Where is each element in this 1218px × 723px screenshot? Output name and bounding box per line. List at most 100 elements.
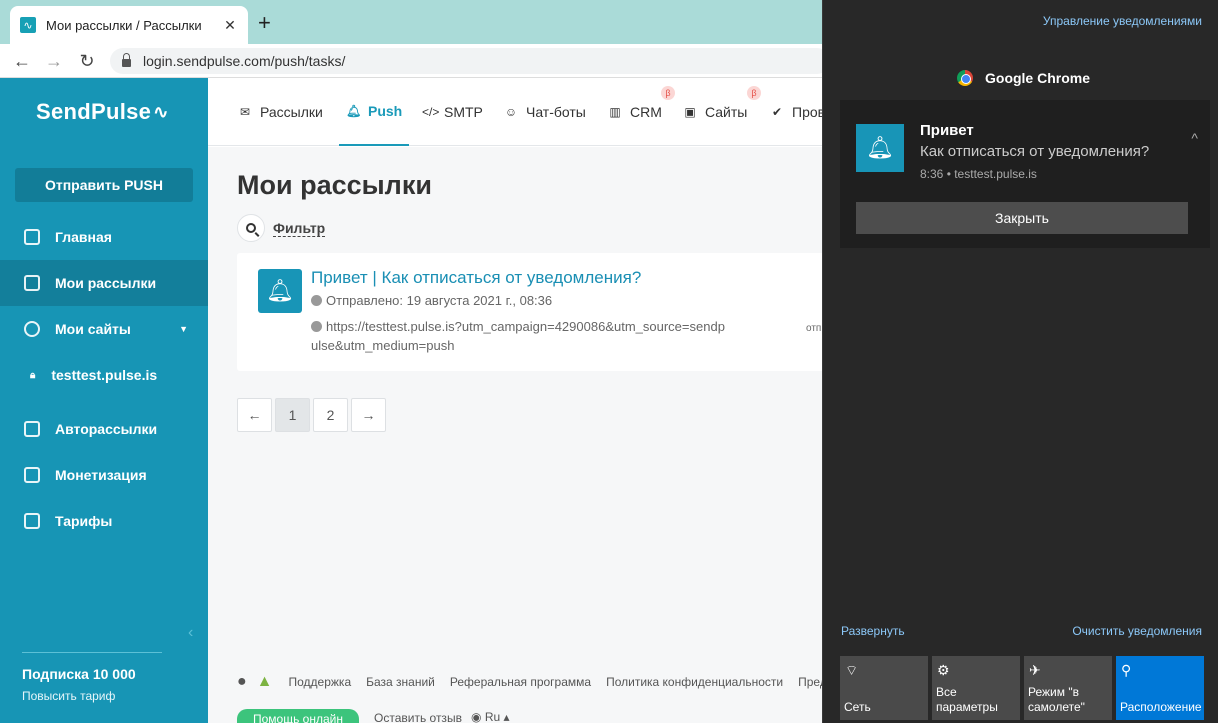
notification-body: Как отписаться от уведомления? — [920, 143, 1150, 160]
monetization-icon — [24, 467, 40, 483]
pagination: ← 1 2 → — [237, 398, 389, 432]
code-icon: </> — [422, 105, 440, 119]
bell-icon: 🔔︎ — [346, 104, 362, 118]
subscription-title: Подписка 10 000 — [22, 666, 136, 682]
nav-email[interactable]: ✉ Рассылки — [238, 78, 323, 146]
logo[interactable]: SendPulse ∿ — [0, 78, 208, 146]
campaigns-icon — [24, 275, 40, 291]
filter-label[interactable]: Фильтр — [273, 220, 326, 237]
action-center: Управление уведомлениями Google Chrome 🔔… — [822, 0, 1218, 723]
airplane-icon: ✈ — [1029, 662, 1041, 678]
help-online-button[interactable]: Помощь онлайн — [237, 709, 359, 723]
reload-icon[interactable]: ↻ — [75, 49, 99, 73]
tab-title: Мои рассылки / Рассылки — [46, 17, 202, 33]
clear-notifications-link[interactable]: Очистить уведомления — [1072, 624, 1202, 638]
chevron-up-icon[interactable]: ^ — [1191, 130, 1198, 146]
lock-icon: 🔒︎ — [30, 369, 36, 381]
page-1-button[interactable]: 1 — [275, 398, 310, 432]
nav-sites[interactable]: ▣ Сайты — [683, 78, 747, 146]
notification-toast[interactable]: 🔔︎ Привет Как отписаться от уведомления?… — [840, 100, 1210, 248]
sidebar-item-label: Мои сайты — [55, 321, 131, 337]
top-nav: ✉ Рассылки 🔔︎ Push </> SMTP ☺ Чат-боты ▥… — [208, 78, 838, 146]
location-icon: ⚲ — [1121, 662, 1132, 678]
language-label: Ru ▴ — [484, 710, 510, 723]
next-page-button[interactable]: → — [351, 398, 386, 432]
nav-label: Сайты — [705, 104, 748, 120]
bell-icon: 🔔︎ — [856, 124, 904, 172]
campaign-title-link[interactable]: Привет | Как отписаться от уведомления? — [311, 268, 641, 288]
campaign-sent-status: Отправлено: 19 августа 2021 г., 08:36 — [311, 293, 552, 308]
sidebar-item-site[interactable]: 🔒︎ testtest.pulse.is — [0, 352, 208, 398]
close-tab-icon[interactable]: ✕ — [222, 17, 238, 34]
footer-link-support[interactable]: Поддержка — [289, 675, 352, 689]
android-icon[interactable]: ▲ — [257, 673, 273, 691]
sidebar-item-home[interactable]: Главная — [0, 214, 208, 260]
quick-actions: ⌔ Сеть ⚙ Все параметры ✈ Режим "в самоле… — [840, 656, 1208, 720]
site-icon: ▣ — [684, 105, 696, 119]
globe-icon — [24, 321, 40, 337]
tile-location[interactable]: ⚲ Расположение — [1116, 656, 1204, 720]
back-arrow-icon[interactable]: ← — [10, 49, 34, 73]
footer-link-privacy[interactable]: Политика конфиденциальности — [606, 675, 783, 689]
close-notification-button[interactable]: Закрыть — [856, 202, 1188, 234]
notification-title: Привет — [920, 122, 974, 139]
sidebar-item-label: Авторассылки — [55, 421, 158, 437]
footer-link-knowledge-base[interactable]: База знаний — [366, 675, 435, 689]
screen: ∿ Мои рассылки / Рассылки ✕ + ← → ↻ logi… — [0, 0, 1218, 723]
sidebar-item-my-campaigns[interactable]: Мои рассылки — [0, 260, 208, 306]
chrome-icon — [957, 70, 973, 86]
nav-label: SMTP — [444, 104, 483, 120]
apple-icon[interactable]: ● — [237, 673, 247, 691]
sidebar-item-label: Тарифы — [55, 513, 113, 529]
tile-network[interactable]: ⌔ Сеть — [840, 656, 928, 720]
sidebar-item-monetization[interactable]: Монетизация — [0, 452, 208, 498]
prev-page-button[interactable]: ← — [237, 398, 272, 432]
wallet-icon — [24, 513, 40, 529]
bell-icon: 🔔︎ — [258, 269, 302, 313]
divider — [22, 652, 162, 653]
nav-label: Чат-боты — [526, 104, 586, 120]
page-2-button[interactable]: 2 — [313, 398, 348, 432]
nav-label: Рассылки — [260, 104, 323, 120]
sent-text: Отправлено: 19 августа 2021 г., 08:36 — [326, 293, 553, 308]
search-icon — [246, 223, 256, 233]
beta-badge: β — [747, 86, 761, 100]
nav-smtp[interactable]: </> SMTP — [422, 78, 483, 146]
tile-airplane-mode[interactable]: ✈ Режим "в самолете" — [1024, 656, 1112, 720]
feedback-link[interactable]: Оставить отзыв — [374, 711, 462, 723]
nav-crm[interactable]: ▥ CRM — [608, 78, 662, 146]
browser-tab[interactable]: ∿ Мои рассылки / Рассылки ✕ — [10, 6, 248, 44]
manage-notifications-link[interactable]: Управление уведомлениями — [1043, 14, 1202, 28]
send-push-button[interactable]: Отправить PUSH — [15, 168, 193, 202]
crm-icon: ▥ — [609, 105, 621, 119]
page-title: Мои рассылки — [237, 170, 432, 200]
nav-label: CRM — [630, 104, 662, 120]
sidebar-item-pricing[interactable]: Тарифы — [0, 498, 208, 544]
logo-text: SendPulse — [36, 99, 152, 124]
mail-icon: ✉ — [239, 105, 251, 119]
sidebar-item-automation[interactable]: Авторассылки — [0, 406, 208, 452]
collapse-sidebar-icon[interactable]: ‹ — [188, 624, 193, 642]
filter[interactable]: Фильтр — [237, 214, 326, 242]
footer-link-referral[interactable]: Реферальная программа — [450, 675, 591, 689]
search-button[interactable] — [237, 214, 265, 242]
sidebar-nav: Главная Мои рассылки Мои сайты ▼ 🔒︎ test… — [0, 214, 208, 544]
language-selector[interactable]: ◉ Ru ▴ — [471, 710, 510, 723]
upgrade-plan-link[interactable]: Повысить тариф — [22, 689, 115, 703]
forward-arrow-icon[interactable]: → — [42, 49, 66, 73]
nav-chatbots[interactable]: ☺ Чат-боты — [504, 78, 586, 146]
network-icon: ⌔ — [845, 662, 859, 678]
tile-label: Сеть — [844, 700, 871, 714]
notification-app-header: Google Chrome — [957, 70, 1090, 86]
sidebar-item-my-sites[interactable]: Мои сайты ▼ — [0, 306, 208, 352]
tile-all-settings[interactable]: ⚙ Все параметры — [932, 656, 1020, 720]
sidebar-item-label: Мои рассылки — [55, 275, 157, 291]
tile-label: Режим "в самолете" — [1028, 685, 1085, 714]
new-tab-button[interactable]: + — [258, 11, 271, 35]
dashboard-icon — [24, 229, 40, 245]
tile-label: Расположение — [1120, 700, 1202, 714]
nav-label: Push — [368, 103, 403, 119]
expand-link[interactable]: Развернуть — [841, 624, 905, 638]
nav-push[interactable]: 🔔︎ Push — [339, 78, 410, 146]
address-bar[interactable]: login.sendpulse.com/push/tasks/ — [110, 48, 830, 74]
